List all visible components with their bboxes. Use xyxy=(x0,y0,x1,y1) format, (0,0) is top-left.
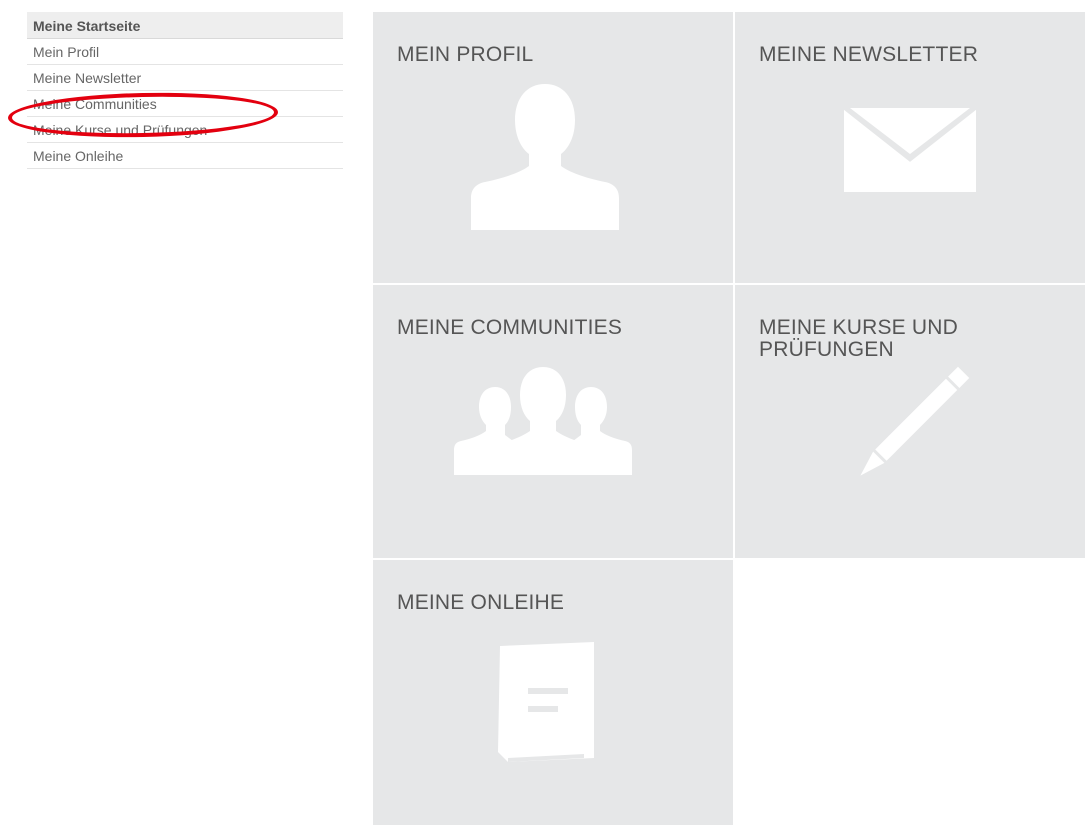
sidebar-item-profil[interactable]: Mein Profil xyxy=(27,39,343,65)
sidebar-item-communities[interactable]: Meine Communities xyxy=(27,91,343,117)
sidebar-item-onleihe[interactable]: Meine Onleihe xyxy=(27,143,343,169)
tile-title: MEINE COMMUNITIES xyxy=(397,316,623,339)
book-icon xyxy=(494,640,600,766)
tile-title: MEIN PROFIL xyxy=(397,43,534,66)
tile-meine-communities[interactable]: MEINE COMMUNITIES xyxy=(373,285,733,558)
tile-title: MEINE ONLEIHE xyxy=(397,591,565,614)
tile-title: MEINE KURSE UND PRÜFUNGEN xyxy=(759,316,959,361)
tile-meine-onleihe[interactable]: MEINE ONLEIHE xyxy=(373,560,733,825)
group-icon xyxy=(453,365,633,477)
tile-mein-profil[interactable]: MEIN PROFIL xyxy=(373,12,733,283)
sidebar-item-kurse-pruefungen[interactable]: Meine Kurse und Prüfungen xyxy=(27,117,343,143)
envelope-icon xyxy=(842,106,978,194)
person-icon xyxy=(469,82,621,232)
tile-title: MEINE NEWSLETTER xyxy=(759,43,979,66)
pencil-icon xyxy=(847,361,977,487)
tile-meine-newsletter[interactable]: MEINE NEWSLETTER xyxy=(735,12,1085,283)
tile-meine-kurse-pruefungen[interactable]: MEINE KURSE UND PRÜFUNGEN xyxy=(735,285,1085,558)
sidebar-nav: Meine Startseite Mein Profil Meine Newsl… xyxy=(27,12,343,169)
sidebar-item-newsletter[interactable]: Meine Newsletter xyxy=(27,65,343,91)
sidebar-heading-startseite[interactable]: Meine Startseite xyxy=(27,12,343,39)
